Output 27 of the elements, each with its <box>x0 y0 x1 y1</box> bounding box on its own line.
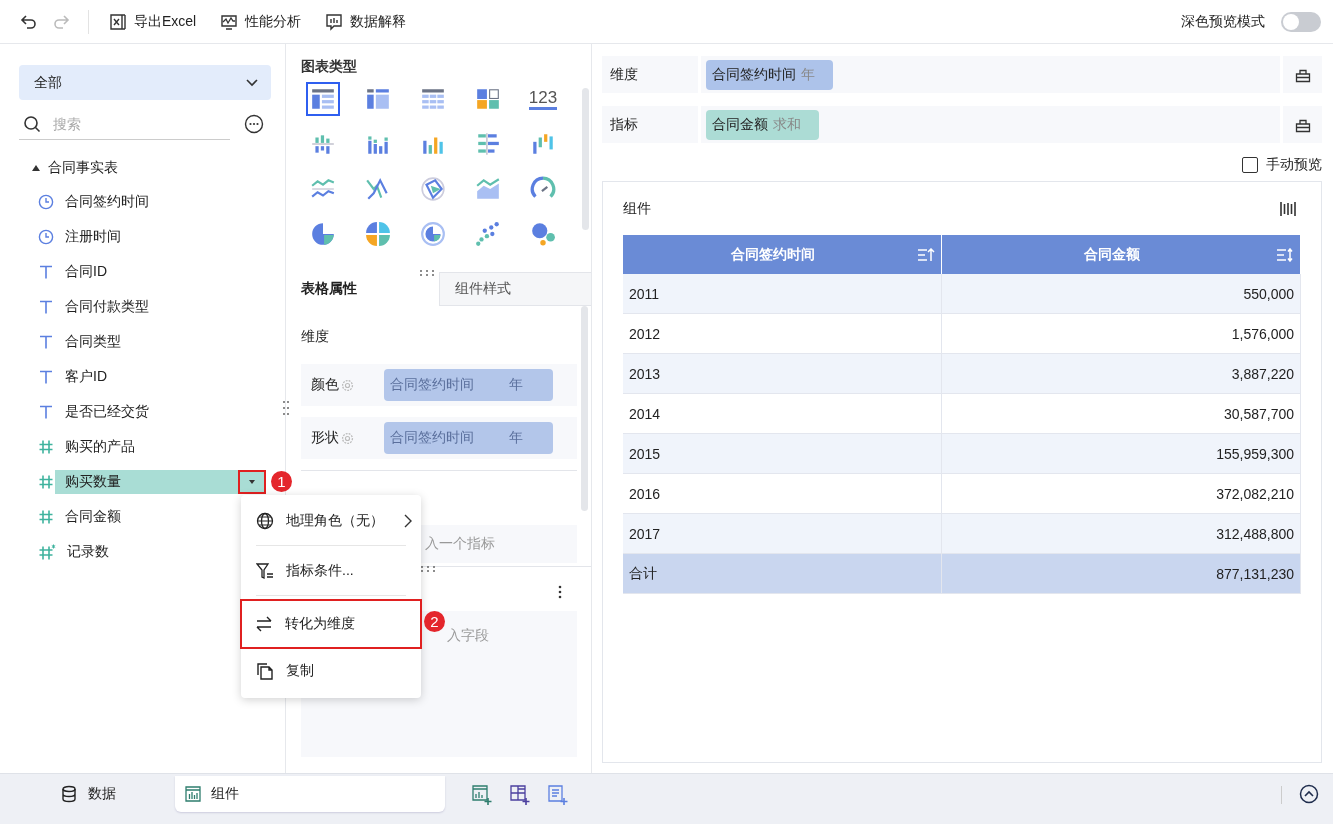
section-title: 图表类型 <box>301 58 358 76</box>
table-cell: 2012 <box>623 313 942 354</box>
section-title: 维度 <box>301 328 330 346</box>
table-cell: 2013 <box>623 353 942 394</box>
table-cell: 372,082,210 <box>941 473 1301 514</box>
component-title: 组件 <box>623 199 651 218</box>
table-cell: 550,000 <box>941 274 1301 314</box>
checkbox-label: 手动预览 <box>1266 156 1322 174</box>
table-cell: 155,959,300 <box>941 433 1301 474</box>
table-cell: 3,887,220 <box>941 353 1301 394</box>
table-cell: 877,131,230 <box>941 553 1301 594</box>
table-cell: 2015 <box>623 433 942 474</box>
mark-label: 形状 <box>311 429 339 447</box>
step-badge: 1 <box>271 471 292 492</box>
table-cell: 2011 <box>623 274 942 314</box>
table-cell: 2017 <box>623 513 942 554</box>
table-cell: 1,576,000 <box>941 313 1301 354</box>
table-cell: 合计 <box>623 553 942 594</box>
mark-label: 颜色 <box>311 376 339 394</box>
shelf-label: 维度 <box>602 56 698 93</box>
table-cell: 2016 <box>623 473 942 514</box>
table-cell: 30,587,700 <box>941 393 1301 434</box>
shelf-label: 指标 <box>602 106 698 143</box>
table-cell: 2014 <box>623 393 942 434</box>
dark-preview-label: 深色预览模式 <box>1181 12 1265 31</box>
table-name: 合同事实表 <box>48 159 118 177</box>
table-cell: 312,488,800 <box>941 513 1301 554</box>
